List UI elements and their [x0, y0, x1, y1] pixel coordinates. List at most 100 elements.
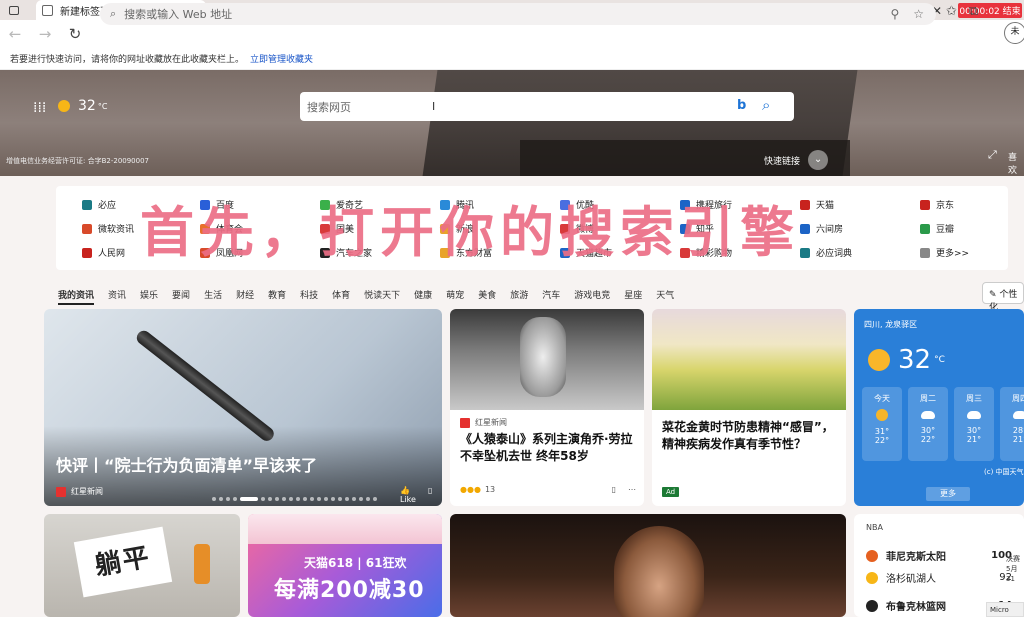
forecast-day[interactable]: 今天 31° 22° [862, 387, 902, 461]
collections-icon[interactable]: ⧉ [969, 4, 978, 19]
quick-link-item[interactable]: 天猫 [800, 198, 834, 211]
carousel-dot[interactable] [261, 497, 265, 501]
quick-link-item[interactable]: 新浪 [440, 222, 474, 235]
category-tab[interactable]: 我的资讯 [58, 288, 95, 305]
quick-link-item[interactable]: 凤凰网 [200, 246, 243, 259]
bing-icon[interactable]: b [737, 98, 746, 113]
category-tab[interactable]: 悦读天下 [364, 288, 400, 305]
quick-link-item[interactable]: 知乎 [680, 222, 714, 235]
bookmark-icon[interactable]: ▯ [428, 486, 432, 504]
category-tab[interactable]: 资讯 [108, 288, 126, 305]
carousel-dot[interactable] [275, 497, 279, 501]
forecast-day[interactable]: 周二 30° 22° [908, 387, 948, 461]
taskbar-item[interactable]: Micro [986, 602, 1024, 617]
news-title[interactable]: 《人猿泰山》系列主演角乔·劳拉不幸坠机去世 终年58岁 [460, 431, 638, 465]
category-tab[interactable]: 星座 [624, 288, 642, 305]
carousel-dot[interactable] [289, 497, 293, 501]
hero-like-label[interactable]: 喜欢 [1008, 150, 1024, 176]
quick-link-item[interactable]: 京东 [920, 198, 954, 211]
quick-link-item[interactable]: 百度 [200, 198, 234, 211]
quick-link-item[interactable]: 腾讯 [440, 198, 474, 211]
search-icon[interactable]: ⌕ [762, 96, 770, 114]
category-tab[interactable]: 财经 [236, 288, 254, 305]
headline-title[interactable]: 快评丨“院士行为负面清单”早该来了 [56, 452, 317, 476]
carousel-dot[interactable] [226, 497, 230, 501]
quick-link-item[interactable]: 国美 [320, 222, 354, 235]
carousel-dot[interactable] [296, 497, 300, 501]
hero-weather[interactable]: 32 °C [58, 98, 107, 114]
forecast-day[interactable]: 周四 28°21° [1000, 387, 1024, 461]
weather-card[interactable]: 四川, 龙泉驿区 32°C 今天31°22°周二30°22°周三30°21°周四… [854, 309, 1024, 506]
quick-link-item[interactable]: 天猫超市 [560, 246, 612, 259]
category-tab[interactable]: 天气 [656, 288, 674, 305]
quick-link-item[interactable]: 优酷 [560, 198, 594, 211]
more-icon[interactable]: ⋯ [628, 485, 636, 494]
manage-favorites-link[interactable]: 立即管理收藏夹 [250, 52, 313, 65]
bookmark-icon[interactable]: ▯ [612, 485, 616, 494]
category-tab[interactable]: 美食 [478, 288, 496, 305]
carousel-dot[interactable] [338, 497, 342, 501]
tab-actions-button[interactable] [0, 0, 28, 20]
headline-card[interactable]: 快评丨“院士行为负面清单”早该来了 红星新闻 👍 Like ▯ ⋯ [44, 309, 442, 506]
carousel-dot[interactable] [359, 497, 363, 501]
quick-link-item[interactable]: 必应 [82, 198, 116, 211]
apps-grid-icon[interactable]: ⁞⁞⁞ [33, 100, 46, 116]
category-tab[interactable]: 健康 [414, 288, 432, 305]
quick-link-item[interactable]: 微软资讯 [82, 222, 134, 235]
web-search-input[interactable]: 搜索网页 I b ⌕ [300, 92, 794, 121]
quick-link-item[interactable]: 精彩购物 [680, 246, 732, 259]
category-tab[interactable]: 娱乐 [140, 288, 158, 305]
personalize-button[interactable]: ✎ 个性化 [982, 282, 1024, 313]
carousel-dot[interactable] [317, 497, 321, 501]
quick-link-item[interactable]: 体育会 [200, 222, 243, 235]
back-button[interactable]: ← [0, 25, 30, 43]
category-tab[interactable]: 科技 [300, 288, 318, 305]
reactions-icon[interactable]: ●●● [460, 485, 481, 494]
quick-link-item[interactable]: 微博 [560, 222, 594, 235]
favorites-icon[interactable]: ✩ [946, 4, 957, 19]
promo-card-tmall[interactable]: 天猫618 | 61狂欢 每满200减30 [248, 514, 442, 617]
carousel-dot[interactable] [373, 497, 377, 501]
quick-link-item[interactable]: 汽车之家 [320, 246, 372, 259]
zoom-icon[interactable]: ⚲ [890, 7, 899, 21]
news-card-tarzan[interactable]: 红星新闻 《人猿泰山》系列主演角乔·劳拉不幸坠机去世 终年58岁 ●●● 13 … [450, 309, 644, 506]
category-tab[interactable]: 体育 [332, 288, 350, 305]
quick-link-item[interactable]: 必应词典 [800, 246, 852, 259]
category-tab[interactable]: 游戏电竞 [574, 288, 610, 305]
news-card-flower[interactable]: 菜花金黄时节防患精神“感冒”，精神疾病发作真有季节性？ Ad [652, 309, 846, 506]
category-tab[interactable]: 生活 [204, 288, 222, 305]
forecast-day[interactable]: 周三 30° 21° [954, 387, 994, 461]
like-button[interactable]: 👍 Like [400, 486, 416, 504]
carousel-dot[interactable] [331, 497, 335, 501]
quick-link-item[interactable]: 东方财富 [440, 246, 492, 259]
news-card-portrait[interactable] [450, 514, 846, 617]
expand-icon[interactable]: ⤢ [988, 148, 997, 162]
carousel-dot[interactable] [345, 497, 349, 501]
nba-team-row[interactable]: 洛杉矶湖人 92 [866, 570, 1022, 585]
carousel-dot[interactable] [352, 497, 356, 501]
favorite-add-icon[interactable]: ☆ [913, 7, 924, 21]
carousel-dot[interactable] [324, 497, 328, 501]
quick-link-item[interactable]: 更多>> [920, 246, 969, 259]
carousel-dot[interactable] [219, 497, 223, 501]
quick-link-item[interactable]: 爱奇艺 [320, 198, 363, 211]
quick-link-item[interactable]: 六间房 [800, 222, 843, 235]
category-tab[interactable]: 汽车 [542, 288, 560, 305]
carousel-dot-active[interactable] [240, 497, 258, 501]
refresh-button[interactable]: ↻ [60, 25, 90, 43]
news-card-lie-flat[interactable]: 躺平 [44, 514, 240, 617]
weather-more-button[interactable]: 更多 [926, 487, 970, 501]
nba-team-row[interactable]: 菲尼克斯太阳 100 [866, 548, 1022, 563]
category-tab[interactable]: 旅游 [510, 288, 528, 305]
quick-links-toggle[interactable]: 快速链接 ⌄ [764, 150, 829, 170]
carousel-dot[interactable] [310, 497, 314, 501]
carousel-dot[interactable] [233, 497, 237, 501]
category-tab[interactable]: 教育 [268, 288, 286, 305]
carousel-dot[interactable] [366, 497, 370, 501]
carousel-dot[interactable] [212, 497, 216, 501]
category-tab[interactable]: 要闻 [172, 288, 190, 305]
carousel-dot[interactable] [268, 497, 272, 501]
carousel-dot[interactable] [282, 497, 286, 501]
carousel-dots[interactable] [212, 497, 377, 501]
profile-avatar[interactable]: 未 [1004, 22, 1024, 44]
